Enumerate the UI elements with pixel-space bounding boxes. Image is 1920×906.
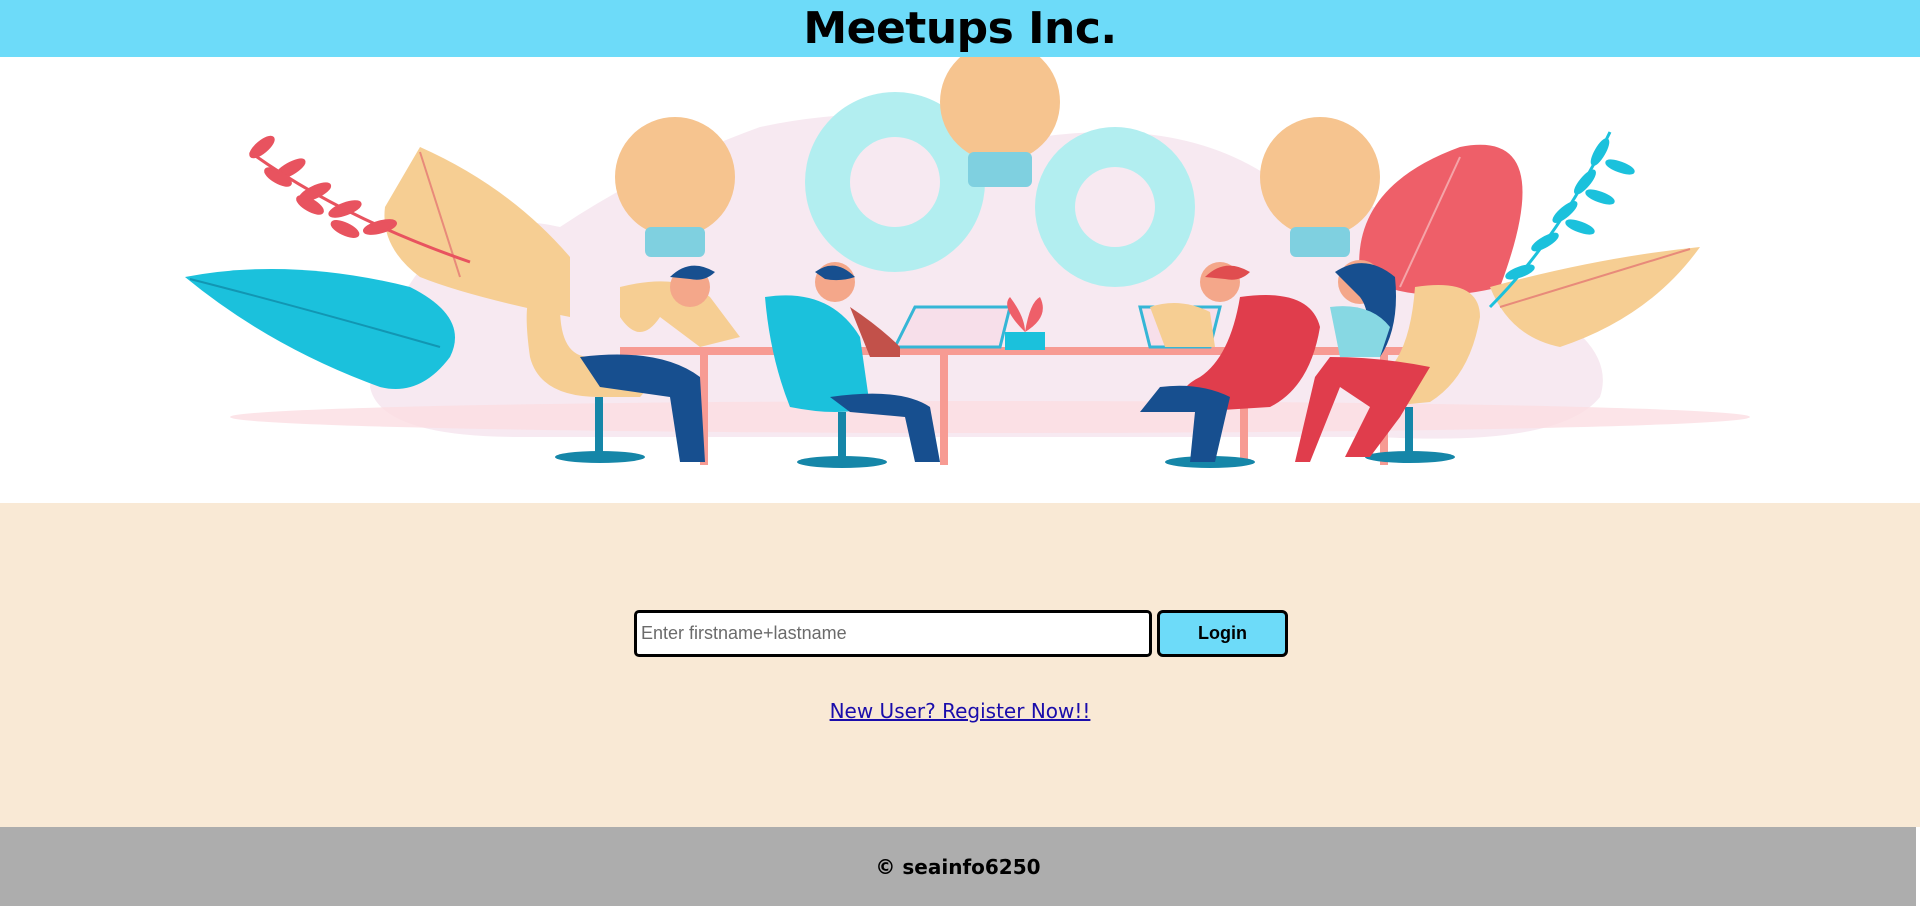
register-link[interactable]: New User? Register Now!! bbox=[830, 699, 1091, 723]
name-input[interactable] bbox=[634, 610, 1152, 657]
register-link-wrapper: New User? Register Now!! bbox=[0, 699, 1920, 723]
login-form: Login bbox=[634, 610, 1288, 657]
page-title: Meetups Inc. bbox=[803, 3, 1117, 54]
login-section: Login New User? Register Now!! bbox=[0, 503, 1920, 827]
login-button[interactable]: Login bbox=[1157, 610, 1288, 657]
copyright-text: © seainfo6250 bbox=[875, 854, 1041, 879]
site-header: Meetups Inc. bbox=[0, 0, 1920, 57]
team-meeting-illustration bbox=[185, 57, 1750, 468]
site-footer: © seainfo6250 bbox=[0, 827, 1916, 906]
hero-banner bbox=[0, 57, 1920, 503]
